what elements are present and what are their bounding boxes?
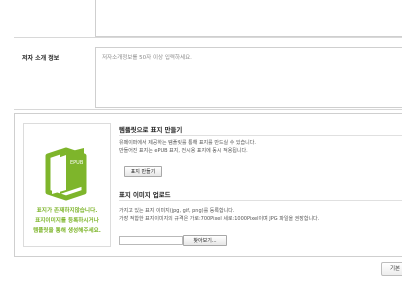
template-section-title: 템플릿으로 표지 만들기 — [119, 126, 183, 134]
no-cover-message: 표지가 존재하지않습니다. 표지이미지를 등록하시거나 템플릿을 통해 생성해주… — [24, 206, 110, 236]
default-button[interactable]: 기본 — [381, 262, 402, 276]
no-cover-line: 표지가 존재하지않습니다. — [36, 208, 98, 214]
no-cover-line: 표지이미지를 등록하시거나 — [35, 218, 99, 224]
section-divider — [119, 135, 402, 136]
make-cover-button[interactable]: 표지 만들기 — [124, 166, 162, 177]
cover-file-input[interactable] — [119, 236, 183, 245]
section-divider — [119, 200, 402, 201]
section-divider — [14, 109, 402, 110]
previous-textarea[interactable] — [95, 0, 402, 37]
epub-book-icon: EPUB — [45, 147, 87, 201]
author-info-textarea[interactable]: 저자소개정보를 50자 이상 입력하세요. — [95, 47, 402, 108]
browse-button[interactable]: 찾아보기... — [183, 235, 227, 246]
upload-section-title: 표지 이미지 업로드 — [119, 191, 171, 199]
no-cover-line: 템플릿을 통해 생성해주세요. — [33, 228, 101, 234]
epub-badge-text: EPUB — [70, 160, 84, 166]
section-divider — [14, 37, 402, 38]
author-info-label: 저자 소개 정보 — [22, 55, 60, 62]
template-desc-line: 만들어진 표지는 ePUB 표지, 전시용 표지에 동시 적용됩니다. — [119, 148, 248, 154]
upload-desc-line: 가장 적합한 표지이미지의 규격은 가로:700Pixel 세로:1000Pix… — [119, 216, 320, 222]
